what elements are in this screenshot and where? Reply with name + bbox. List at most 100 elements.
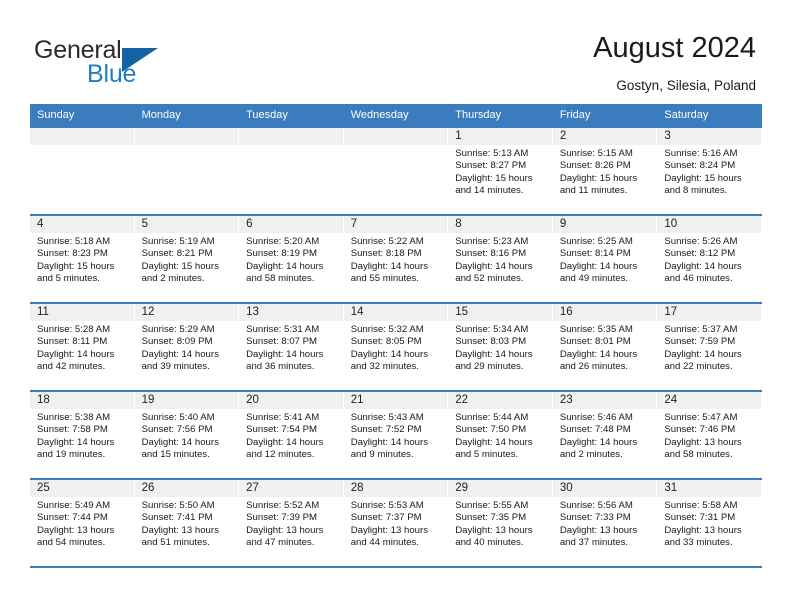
day-cell[interactable]: 12 Sunrise: 5:29 AM Sunset: 8:09 PM Dayl… xyxy=(134,304,240,390)
day-cell[interactable]: 6 Sunrise: 5:20 AM Sunset: 8:19 PM Dayli… xyxy=(239,216,344,302)
sunrise-text: Sunrise: 5:47 AM xyxy=(664,412,738,423)
daylight-text-line2: and 44 minutes. xyxy=(350,537,419,549)
day-number: 11 xyxy=(30,304,134,321)
weekday-header-friday: Friday xyxy=(559,109,591,121)
day-cell[interactable]: 16 Sunrise: 5:35 AM Sunset: 8:01 PM Dayl… xyxy=(552,304,658,390)
day-number: 9 xyxy=(552,216,657,233)
day-number: 30 xyxy=(552,480,657,497)
day-cell[interactable]: 31 Sunrise: 5:58 AM Sunset: 7:31 PM Dayl… xyxy=(657,480,762,566)
day-number: 29 xyxy=(448,480,552,497)
sunrise-text: Sunrise: 5:44 AM xyxy=(455,412,529,423)
day-cell[interactable]: 22 Sunrise: 5:44 AM Sunset: 7:50 PM Dayl… xyxy=(448,392,553,478)
day-cell[interactable]: 7 Sunrise: 5:22 AM Sunset: 8:18 PM Dayli… xyxy=(343,216,449,302)
day-cell xyxy=(343,128,449,214)
calendar-page: General Blue August 2024 Gostyn, Silesia… xyxy=(0,0,792,612)
day-number: 16 xyxy=(552,304,657,321)
day-cell[interactable]: 21 Sunrise: 5:43 AM Sunset: 7:52 PM Dayl… xyxy=(343,392,449,478)
day-details: Sunrise: 5:16 AM Sunset: 8:24 PM Dayligh… xyxy=(657,145,761,198)
sunset-text: Sunset: 8:01 PM xyxy=(559,336,631,348)
day-cell[interactable]: 5 Sunrise: 5:19 AM Sunset: 8:21 PM Dayli… xyxy=(134,216,240,302)
daylight-text-line1: Daylight: 13 hours xyxy=(664,524,742,536)
daylight-text-line2: and 14 minutes. xyxy=(455,185,524,197)
day-number: 22 xyxy=(448,392,552,409)
day-details: Sunrise: 5:19 AM Sunset: 8:21 PM Dayligh… xyxy=(135,233,239,286)
day-cell[interactable]: 14 Sunrise: 5:32 AM Sunset: 8:05 PM Dayl… xyxy=(343,304,449,390)
sunset-text: Sunset: 7:58 PM xyxy=(37,424,108,436)
day-number: 8 xyxy=(448,216,552,233)
day-cell[interactable]: 3 Sunrise: 5:16 AM Sunset: 8:24 PM Dayli… xyxy=(657,128,762,214)
sunset-text: Sunset: 7:33 PM xyxy=(559,512,631,524)
day-cell[interactable]: 4 Sunrise: 5:18 AM Sunset: 8:23 PM Dayli… xyxy=(30,216,135,302)
day-cell[interactable]: 17 Sunrise: 5:37 AM Sunset: 7:59 PM Dayl… xyxy=(657,304,762,390)
daylight-text-line1: Daylight: 13 hours xyxy=(37,524,115,536)
day-number: 26 xyxy=(134,480,239,497)
sunrise-text: Sunrise: 5:35 AM xyxy=(559,324,633,335)
sunset-text: Sunset: 7:37 PM xyxy=(350,512,422,524)
day-number: 17 xyxy=(657,304,761,321)
day-details: Sunrise: 5:56 AM Sunset: 7:33 PM Dayligh… xyxy=(553,497,657,550)
sunrise-text: Sunrise: 5:37 AM xyxy=(664,324,738,335)
weekday-header-thursday: Thursday xyxy=(455,109,502,121)
sunrise-text: Sunrise: 5:50 AM xyxy=(141,500,215,511)
daylight-text-line1: Daylight: 14 hours xyxy=(559,348,638,360)
sunrise-text: Sunrise: 5:46 AM xyxy=(559,412,633,423)
day-cell[interactable]: 23 Sunrise: 5:46 AM Sunset: 7:48 PM Dayl… xyxy=(552,392,658,478)
day-number xyxy=(239,128,343,145)
day-cell[interactable]: 29 Sunrise: 5:55 AM Sunset: 7:35 PM Dayl… xyxy=(448,480,553,566)
day-number: 2 xyxy=(552,128,657,145)
day-cell[interactable]: 25 Sunrise: 5:49 AM Sunset: 7:44 PM Dayl… xyxy=(30,480,135,566)
day-cell[interactable]: 10 Sunrise: 5:26 AM Sunset: 8:12 PM Dayl… xyxy=(657,216,762,302)
daylight-text-line1: Daylight: 14 hours xyxy=(455,348,533,360)
day-number xyxy=(343,128,448,145)
day-cell[interactable]: 24 Sunrise: 5:47 AM Sunset: 7:46 PM Dayl… xyxy=(657,392,762,478)
day-cell[interactable]: 20 Sunrise: 5:41 AM Sunset: 7:54 PM Dayl… xyxy=(239,392,344,478)
day-cell[interactable]: 26 Sunrise: 5:50 AM Sunset: 7:41 PM Dayl… xyxy=(134,480,240,566)
day-cell[interactable]: 8 Sunrise: 5:23 AM Sunset: 8:16 PM Dayli… xyxy=(448,216,553,302)
day-cell[interactable]: 27 Sunrise: 5:52 AM Sunset: 7:39 PM Dayl… xyxy=(239,480,344,566)
brand-logo[interactable]: General Blue xyxy=(34,36,234,92)
daylight-text-line1: Daylight: 14 hours xyxy=(455,436,533,448)
day-cell[interactable]: 11 Sunrise: 5:28 AM Sunset: 8:11 PM Dayl… xyxy=(30,304,135,390)
daylight-text-line1: Daylight: 14 hours xyxy=(664,260,742,272)
sunset-text: Sunset: 7:56 PM xyxy=(141,424,213,436)
calendar-week-row: 4 Sunrise: 5:18 AM Sunset: 8:23 PM Dayli… xyxy=(30,214,762,302)
sunset-text: Sunset: 8:05 PM xyxy=(350,336,422,348)
sunset-text: Sunset: 8:14 PM xyxy=(559,248,631,260)
day-cell[interactable]: 1 Sunrise: 5:13 AM Sunset: 8:27 PM Dayli… xyxy=(448,128,553,214)
day-cell[interactable]: 18 Sunrise: 5:38 AM Sunset: 7:58 PM Dayl… xyxy=(30,392,135,478)
day-number xyxy=(30,128,134,145)
daylight-text-line2: and 36 minutes. xyxy=(246,361,315,373)
sunrise-text: Sunrise: 5:32 AM xyxy=(350,324,424,335)
day-details: Sunrise: 5:22 AM Sunset: 8:18 PM Dayligh… xyxy=(344,233,448,286)
sunrise-text: Sunrise: 5:40 AM xyxy=(141,412,215,423)
day-number: 6 xyxy=(239,216,343,233)
day-cell[interactable]: 2 Sunrise: 5:15 AM Sunset: 8:26 PM Dayli… xyxy=(552,128,658,214)
daylight-text-line1: Daylight: 14 hours xyxy=(559,436,638,448)
sunset-text: Sunset: 8:03 PM xyxy=(455,336,527,348)
day-cell[interactable]: 15 Sunrise: 5:34 AM Sunset: 8:03 PM Dayl… xyxy=(448,304,553,390)
daylight-text-line2: and 52 minutes. xyxy=(455,273,524,285)
day-number: 12 xyxy=(134,304,239,321)
daylight-text-line2: and 42 minutes. xyxy=(37,361,106,373)
weekday-header-tuesday: Tuesday xyxy=(246,109,288,121)
sunset-text: Sunset: 8:27 PM xyxy=(455,160,527,172)
sunrise-text: Sunrise: 5:26 AM xyxy=(664,236,738,247)
calendar-week-row: 11 Sunrise: 5:28 AM Sunset: 8:11 PM Dayl… xyxy=(30,302,762,390)
day-details: Sunrise: 5:29 AM Sunset: 8:09 PM Dayligh… xyxy=(135,321,239,374)
day-cell[interactable]: 13 Sunrise: 5:31 AM Sunset: 8:07 PM Dayl… xyxy=(239,304,344,390)
daylight-text-line2: and 58 minutes. xyxy=(664,449,733,461)
day-details: Sunrise: 5:47 AM Sunset: 7:46 PM Dayligh… xyxy=(657,409,761,462)
day-cell[interactable]: 19 Sunrise: 5:40 AM Sunset: 7:56 PM Dayl… xyxy=(134,392,240,478)
sunrise-text: Sunrise: 5:19 AM xyxy=(141,236,215,247)
day-number: 18 xyxy=(30,392,134,409)
day-number: 13 xyxy=(239,304,343,321)
day-cell xyxy=(30,128,135,214)
sunset-text: Sunset: 7:59 PM xyxy=(664,336,736,348)
day-details xyxy=(30,145,134,148)
day-cell[interactable]: 28 Sunrise: 5:53 AM Sunset: 7:37 PM Dayl… xyxy=(343,480,449,566)
brand-name-blue: Blue xyxy=(87,60,137,88)
daylight-text-line1: Daylight: 14 hours xyxy=(664,348,742,360)
day-cell[interactable]: 9 Sunrise: 5:25 AM Sunset: 8:14 PM Dayli… xyxy=(552,216,658,302)
day-cell[interactable]: 30 Sunrise: 5:56 AM Sunset: 7:33 PM Dayl… xyxy=(552,480,658,566)
sunrise-text: Sunrise: 5:29 AM xyxy=(141,324,215,335)
